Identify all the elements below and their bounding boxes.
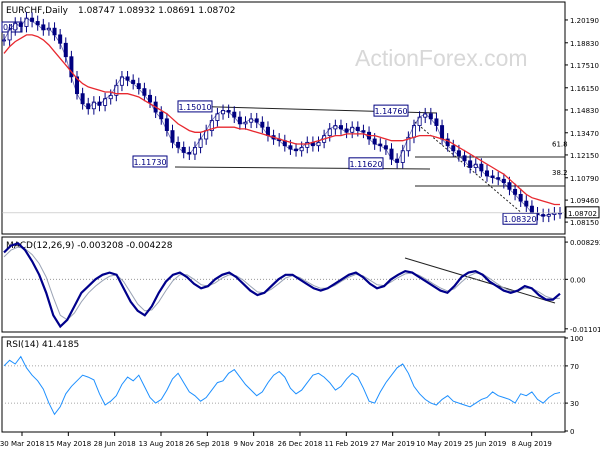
symbol-label: EURCHF,Daily (6, 6, 69, 16)
y-tick-label: 0 (570, 428, 574, 436)
chart-svg: ActionForex.com EURCHF,Daily 1.08747 1.0… (0, 0, 600, 450)
y-tick-label: 1.13470 (570, 130, 599, 138)
y-tick-label: 0.008292 (570, 239, 600, 247)
x-tick-label: 25 Jun 2019 (464, 440, 506, 448)
y-tick-label: 30 (570, 400, 579, 408)
rsi-title: RSI(14) 41.4185 (6, 340, 79, 350)
price-annotation-label: 1.14760 (374, 107, 407, 116)
fib-level-label: 61.8 (552, 140, 568, 148)
watermark-text: ActionForex.com (355, 45, 528, 71)
price-annotation-label: 1.15010 (178, 103, 211, 112)
price-candle-body (2, 39, 7, 42)
y-tick-label: 1.10790 (570, 175, 599, 183)
y-tick-label: 100 (570, 335, 583, 343)
y-tick-label: 1.14830 (570, 107, 599, 115)
x-tick-label: 11 Feb 2019 (325, 440, 369, 448)
x-tick-label: 13 Aug 2018 (139, 440, 184, 448)
y-tick-label: 1.17510 (570, 62, 599, 70)
price-annotation-label: 1.11620 (349, 160, 382, 169)
y-tick-label: 70 (570, 363, 579, 371)
macd-title: MACD(12,26,9) -0.003208 -0.004228 (6, 241, 173, 251)
x-tick-label: 28 Jun 2018 (94, 440, 136, 448)
chart-root: ActionForex.com EURCHF,Daily 1.08747 1.0… (0, 0, 600, 450)
y-tick-label: 1.12150 (570, 152, 599, 160)
y-tick-label: 1.16150 (570, 85, 599, 93)
y-tick-label: 1.20190 (570, 17, 599, 25)
x-tick-label: 15 May 2018 (46, 440, 92, 448)
y-tick-label: 1.09460 (570, 197, 599, 205)
x-tick-label: 27 Mar 2019 (370, 440, 414, 448)
y-tick-label: -0.011015 (570, 326, 600, 334)
x-tick-label: 26 Dec 2018 (278, 440, 323, 448)
fib-level-label: 38.2 (552, 169, 568, 177)
y-tick-label: 0.00 (570, 276, 586, 284)
x-tick-label: 30 Mar 2018 (0, 440, 44, 448)
last-price-label: 1.08702 (568, 210, 597, 218)
x-tick-label: 9 Nov 2018 (233, 440, 273, 448)
y-tick-label: 1.18830 (570, 40, 599, 48)
x-tick-label: 26 Sep 2018 (185, 440, 229, 448)
ohlc-label: 1.08747 1.08932 1.08691 1.08702 (78, 6, 235, 16)
x-tick-label: 8 Aug 2019 (511, 440, 551, 448)
x-tick-label: 10 May 2019 (416, 440, 462, 448)
price-annotation-label: 1.11730 (133, 158, 166, 167)
price-annotation-label: 1.08320 (503, 215, 536, 224)
y-tick-label: 1.08150 (570, 219, 599, 227)
